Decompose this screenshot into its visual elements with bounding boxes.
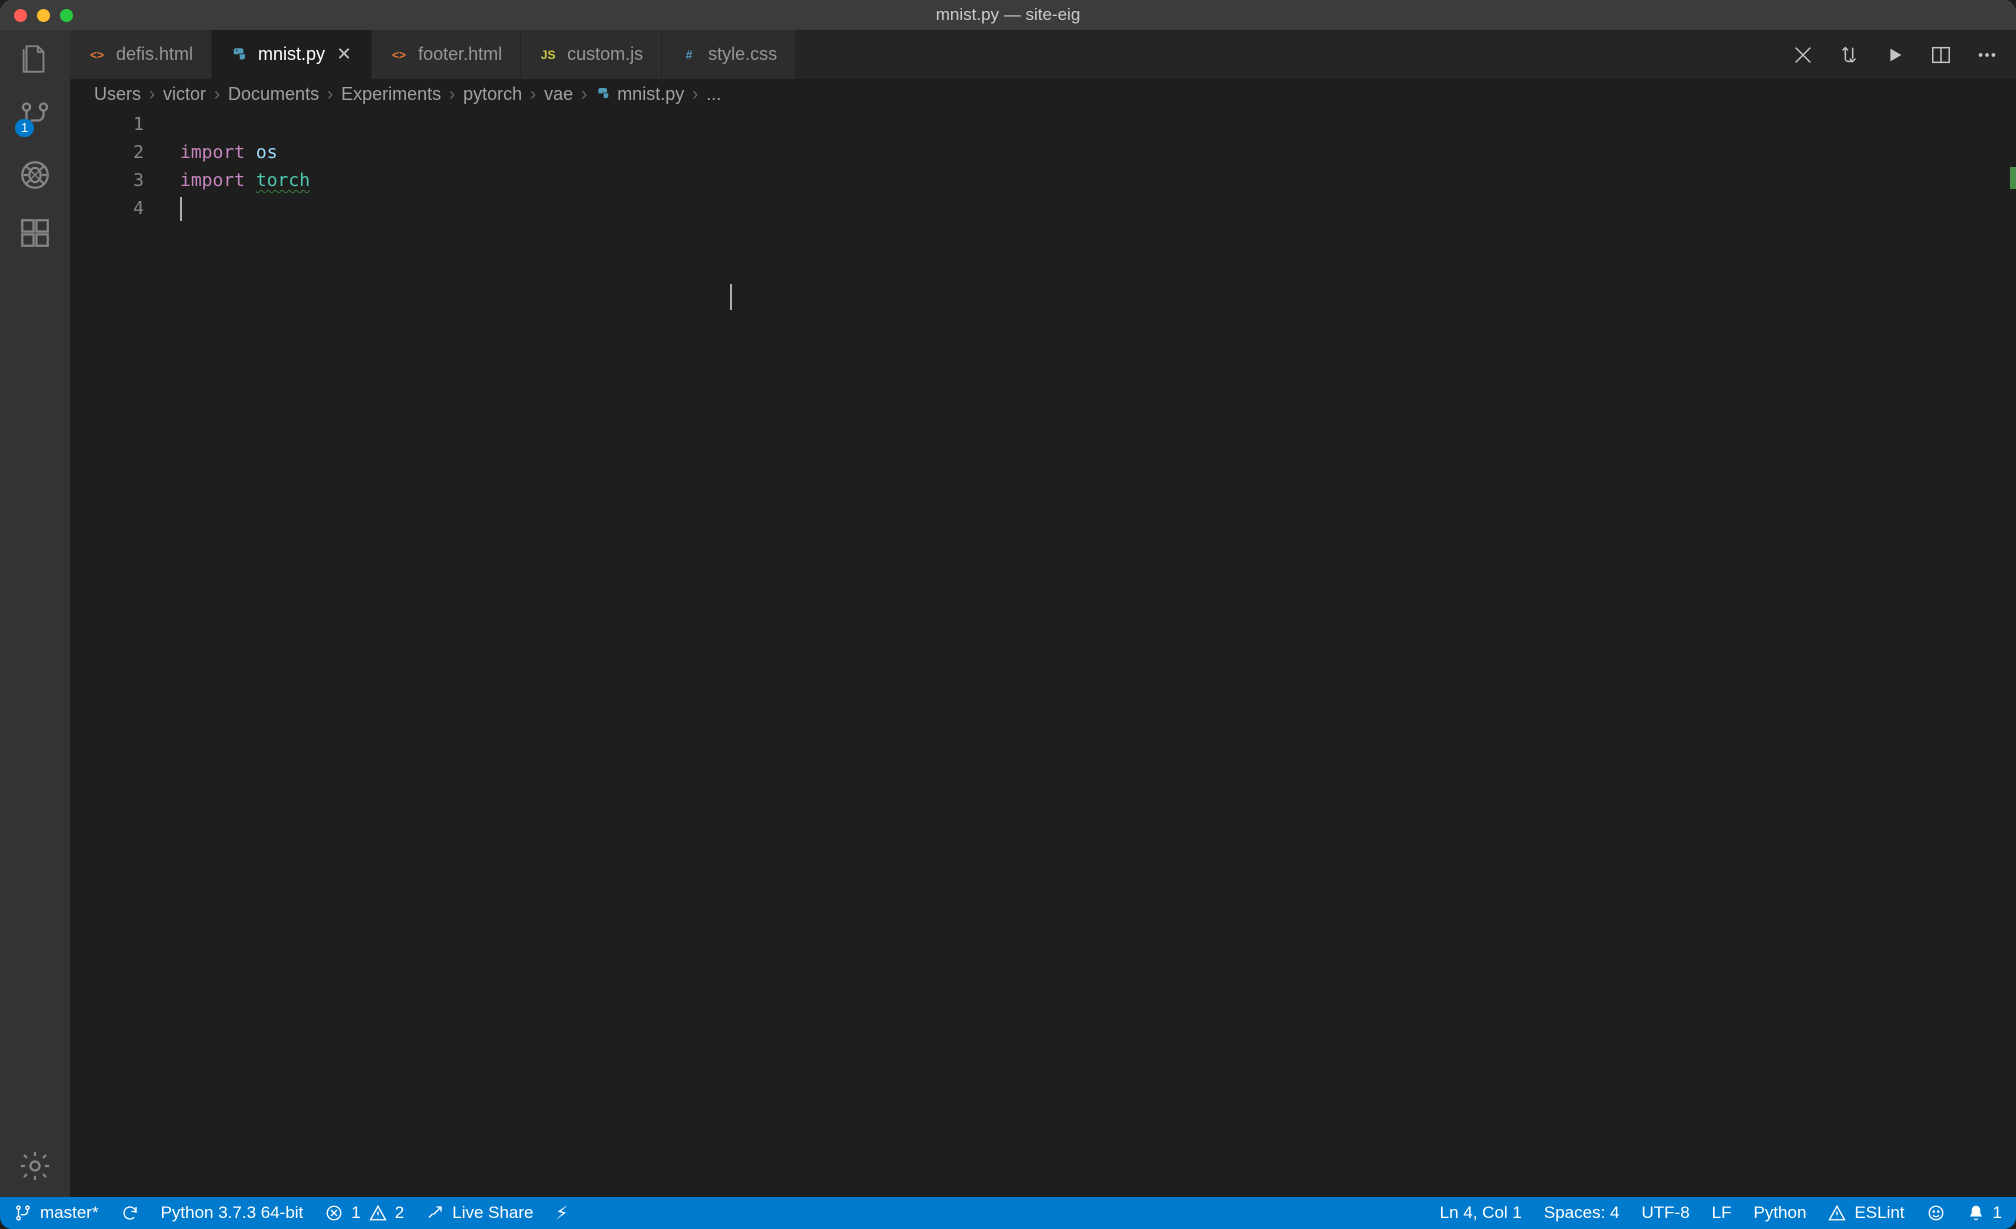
tabs: <> defis.html mnist.py ✕ <> footer.html [70, 30, 796, 79]
explorer-icon[interactable] [18, 42, 52, 76]
more-actions-icon[interactable] [1976, 44, 1998, 66]
breadcrumb-file[interactable]: mnist.py [595, 84, 684, 105]
tab-mnist[interactable]: mnist.py ✕ [212, 30, 372, 79]
tab-label: defis.html [116, 44, 193, 65]
tab-label: mnist.py [258, 44, 325, 65]
code-line: import os [180, 139, 2016, 167]
extensions-icon[interactable] [18, 216, 52, 250]
breadcrumb-file-label: mnist.py [617, 84, 684, 105]
split-editor-icon[interactable] [1930, 44, 1952, 66]
breadcrumb-item[interactable]: Documents [228, 84, 319, 105]
maximize-window-button[interactable] [60, 9, 73, 22]
sync-status[interactable] [121, 1204, 139, 1222]
chevron-right-icon: › [528, 84, 538, 105]
breadcrumb-item[interactable]: pytorch [463, 84, 522, 105]
line-number: 1 [70, 111, 180, 139]
breadcrumb-more[interactable]: ... [706, 84, 721, 105]
line-gutter: 1 2 3 4 [70, 109, 180, 1197]
window-title: mnist.py — site-eig [936, 5, 1081, 25]
tab-defis[interactable]: <> defis.html [70, 30, 212, 79]
indent-status[interactable]: Spaces: 4 [1544, 1203, 1620, 1223]
compare-changes-icon[interactable] [1838, 44, 1860, 66]
line-number: 2 [70, 139, 180, 167]
chevron-right-icon: › [447, 84, 457, 105]
mouse-caret [730, 284, 732, 310]
text-cursor [180, 197, 182, 221]
debug-icon[interactable] [18, 158, 52, 192]
css-icon: # [680, 46, 698, 64]
code-line [180, 111, 2016, 139]
python-icon [230, 46, 248, 64]
encoding-status[interactable]: UTF-8 [1641, 1203, 1689, 1223]
notification-status[interactable]: 1 [1967, 1203, 2002, 1223]
line-number: 4 [70, 195, 180, 223]
branch-name: master* [40, 1203, 99, 1223]
close-window-button[interactable] [14, 9, 27, 22]
chevron-right-icon: › [147, 84, 157, 105]
code-line: import torch [180, 167, 2016, 195]
bolt-status[interactable]: ⚡︎ [556, 1203, 569, 1224]
chevron-right-icon: › [579, 84, 589, 105]
minimize-window-button[interactable] [37, 9, 50, 22]
code-content[interactable]: import os import torch [180, 109, 2016, 1197]
breadcrumb-item[interactable]: Users [94, 84, 141, 105]
line-number: 3 [70, 167, 180, 195]
chevron-right-icon: › [690, 84, 700, 105]
tab-actions [1792, 30, 2016, 79]
breadcrumbs[interactable]: Users › victor › Documents › Experiments › p… [70, 79, 2016, 109]
activity-bar: 1 [0, 30, 70, 1197]
html-icon: <> [390, 46, 408, 64]
titlebar: mnist.py — site-eig [0, 0, 2016, 30]
tab-stylecss[interactable]: # style.css [662, 30, 796, 79]
live-share-status[interactable]: Live Share [426, 1203, 533, 1223]
tab-footer[interactable]: <> footer.html [372, 30, 521, 79]
tab-label: footer.html [418, 44, 502, 65]
chevron-right-icon: › [212, 84, 222, 105]
tab-customjs[interactable]: JS custom.js [521, 30, 662, 79]
run-icon[interactable] [1884, 44, 1906, 66]
diff-icon[interactable] [1792, 44, 1814, 66]
python-version: Python 3.7.3 64-bit [161, 1203, 304, 1223]
feedback-status[interactable] [1927, 1204, 1945, 1222]
editor[interactable]: 1 2 3 4 import os import torch [70, 109, 2016, 1197]
tab-label: custom.js [567, 44, 643, 65]
editor-column: <> defis.html mnist.py ✕ <> footer.html [70, 30, 2016, 1197]
minimap-change-marker [2010, 167, 2016, 189]
js-icon: JS [539, 46, 557, 64]
status-bar: master* Python 3.7.3 64-bit 1 2 Live Sha… [0, 1197, 2016, 1229]
error-count: 1 [351, 1203, 360, 1223]
settings-gear-icon[interactable] [18, 1149, 52, 1183]
language-mode-status[interactable]: Python [1754, 1203, 1807, 1223]
warning-count: 2 [395, 1203, 404, 1223]
breadcrumb-item[interactable]: Experiments [341, 84, 441, 105]
breadcrumb-item[interactable]: victor [163, 84, 206, 105]
html-icon: <> [88, 46, 106, 64]
body-area: 1 <> defi [0, 30, 2016, 1197]
tab-label: style.css [708, 44, 777, 65]
traffic-lights [0, 9, 73, 22]
python-interpreter-status[interactable]: Python 3.7.3 64-bit [161, 1203, 304, 1223]
live-share-label: Live Share [452, 1203, 533, 1223]
tabs-row: <> defis.html mnist.py ✕ <> footer.html [70, 30, 2016, 79]
code-line [180, 195, 2016, 223]
breadcrumb-item[interactable]: vae [544, 84, 573, 105]
app-window: mnist.py — site-eig 1 [0, 0, 2016, 1229]
close-tab-icon[interactable]: ✕ [335, 44, 353, 65]
source-control-icon[interactable]: 1 [18, 100, 52, 134]
problems-status[interactable]: 1 2 [325, 1203, 404, 1223]
git-branch-status[interactable]: master* [14, 1203, 99, 1223]
eol-status[interactable]: LF [1712, 1203, 1732, 1223]
cursor-position-status[interactable]: Ln 4, Col 1 [1440, 1203, 1522, 1223]
eslint-status[interactable]: ESLint [1828, 1203, 1904, 1223]
chevron-right-icon: › [325, 84, 335, 105]
scm-badge: 1 [15, 119, 34, 137]
